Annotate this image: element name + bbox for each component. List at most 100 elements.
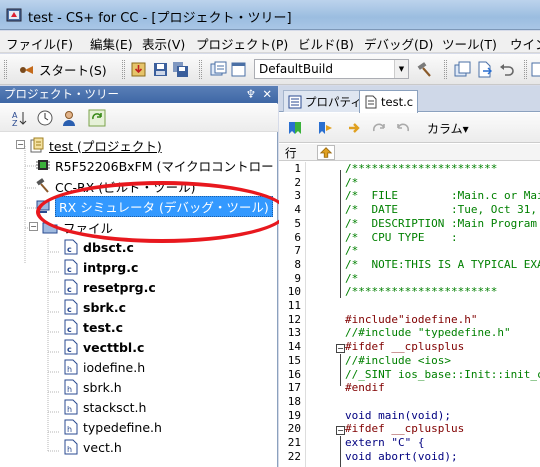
line-number: 14 xyxy=(287,340,301,354)
collapse-toggle-project[interactable]: − xyxy=(16,140,25,149)
svg-text:h: h xyxy=(67,425,72,434)
fold-guide xyxy=(340,436,341,467)
collapse-toggle-files[interactable]: − xyxy=(29,222,38,231)
bookmark-nav-icon[interactable] xyxy=(317,120,333,136)
editor-column-header: 行 xyxy=(279,144,540,161)
tree-item-file[interactable]: h sbrk.h xyxy=(64,378,122,396)
menu-build[interactable]: ビルド(B) xyxy=(298,34,354,53)
tree-item-microcontroller[interactable]: R5F52206BxFM (マイクロコントロー xyxy=(36,156,274,174)
tree-item-file[interactable]: c sbrk.c xyxy=(64,298,126,316)
tree-item-file[interactable]: c dbsct.c xyxy=(64,238,134,256)
fold-guide xyxy=(340,170,341,298)
project-tree-title: プロジェクト・ツリー xyxy=(4,87,119,101)
undo-icon[interactable] xyxy=(395,120,411,136)
start-button[interactable]: スタート(S) xyxy=(18,59,107,80)
line-number: 2 xyxy=(294,175,301,189)
jump-arrow-icon[interactable] xyxy=(317,145,335,160)
clock-icon[interactable] xyxy=(36,109,54,127)
code-line: /* FILE :Main.c or Mai xyxy=(345,189,540,203)
line-number: 8 xyxy=(294,257,301,271)
editor-file-icon xyxy=(365,95,377,109)
window-title: test - CS+ for CC - [プロジェクト・ツリー] xyxy=(28,11,292,26)
menu-tools[interactable]: ツール(T) xyxy=(442,34,497,53)
tree-item-label: R5F52206BxFM (マイクロコントロー xyxy=(55,158,274,174)
build-config-select[interactable]: DefaultBuild ▼ xyxy=(254,59,409,79)
tree-item-file[interactable]: h vect.h xyxy=(64,438,122,456)
refresh-icon[interactable] xyxy=(88,109,106,127)
build-config-value: DefaultBuild xyxy=(259,62,333,76)
redo-icon[interactable] xyxy=(371,120,387,136)
line-number: 7 xyxy=(294,244,301,258)
tree-item-file[interactable]: c test.c xyxy=(64,318,123,336)
document-arrow-icon[interactable] xyxy=(476,61,493,78)
download-icon[interactable] xyxy=(130,61,147,78)
code-line: #ifdef __cplusplus xyxy=(345,422,465,436)
line-number: 15 xyxy=(287,353,301,367)
tab-properties[interactable]: プロパティ xyxy=(283,90,367,112)
debug-window-icon[interactable] xyxy=(454,61,471,78)
tree-item-project[interactable]: test (プロジェクト) xyxy=(30,136,162,154)
project-tree-toolbar: A Z xyxy=(0,104,278,132)
tree-item-files-folder[interactable]: ファイル xyxy=(42,218,113,236)
hammer-icon xyxy=(36,178,49,193)
line-number: 1 xyxy=(294,162,301,175)
menu-window[interactable]: ウイン xyxy=(510,34,540,53)
line-number: 5 xyxy=(294,216,301,230)
line-number: 10 xyxy=(287,285,301,299)
tree-item-file[interactable]: c vecttbl.c xyxy=(64,338,144,356)
code-area[interactable]: /********************** /* /* FILE :Main… xyxy=(345,162,540,467)
code-line: /* DESCRIPTION :Main Program xyxy=(345,216,538,230)
menu-file[interactable]: ファイル(F) xyxy=(6,34,73,53)
hammer-icon[interactable] xyxy=(416,61,433,78)
tree-item-file[interactable]: h stacksct.h xyxy=(64,398,146,416)
svg-text:c: c xyxy=(67,245,72,254)
code-line: extern "C" { xyxy=(345,436,425,449)
sort-icon[interactable]: A Z xyxy=(10,109,28,127)
build-settings-icon[interactable] xyxy=(210,61,227,78)
tree-item-build-tool[interactable]: CC-RX (ビルド・ツール) xyxy=(36,177,195,195)
toolbar-grip-3[interactable] xyxy=(444,60,447,79)
line-number: 13 xyxy=(287,326,301,340)
h-file-icon: h xyxy=(64,379,78,395)
build-window-icon[interactable] xyxy=(230,61,247,78)
arrow-right-icon[interactable] xyxy=(347,120,363,136)
user-icon[interactable] xyxy=(60,109,78,127)
tab-test-c[interactable]: test.c xyxy=(359,90,419,113)
svg-text:c: c xyxy=(67,265,72,274)
toolbar-grip[interactable] xyxy=(4,60,7,79)
fold-toggle[interactable]: − xyxy=(336,344,345,353)
tree-item-file[interactable]: c resetprg.c xyxy=(64,278,156,296)
tree-item-debug-tool[interactable]: RX シミュレータ (デバッグ・ツール) xyxy=(36,195,273,217)
start-label: スタート(S) xyxy=(39,63,107,78)
tree-item-label: resetprg.c xyxy=(83,279,156,295)
column-menu-button[interactable]: カラム▾ xyxy=(427,120,469,137)
bookmark-icon[interactable] xyxy=(287,120,303,136)
chevron-down-icon: ▼ xyxy=(394,60,408,78)
pin-icon[interactable]: ♆ xyxy=(246,86,256,103)
menu-view[interactable]: 表示(V) xyxy=(142,34,185,53)
tree-item-label: test.c xyxy=(83,319,124,335)
toolbar-grip-4[interactable] xyxy=(524,60,527,79)
line-number: 20 xyxy=(287,422,301,436)
tree-item-label: RX シミュレータ (デバッグ・ツール) xyxy=(55,195,273,217)
tree-item-file[interactable]: h typedefine.h xyxy=(64,418,162,436)
code-line: /* CPU TYPE : xyxy=(345,230,458,244)
editor-tab-strip: プロパティ test.c xyxy=(279,86,540,113)
menu-edit[interactable]: 編集(E) xyxy=(90,34,133,53)
close-icon[interactable]: ✕ xyxy=(262,86,272,103)
toolbar-grip-2[interactable] xyxy=(199,60,202,79)
undo-icon[interactable] xyxy=(498,61,515,78)
menu-project[interactable]: プロジェクト(P) xyxy=(196,34,288,53)
fold-toggle[interactable]: − xyxy=(336,426,345,435)
window-icon[interactable] xyxy=(530,61,540,78)
chip-icon xyxy=(36,160,50,170)
tree-item-file[interactable]: c intprg.c xyxy=(64,258,138,276)
tree-item-file[interactable]: h iodefine.h xyxy=(64,358,145,376)
save-icon[interactable] xyxy=(152,61,169,78)
c-file-icon: c xyxy=(64,319,78,335)
code-line: //#include "typedefine.h" xyxy=(345,326,511,340)
menu-debug[interactable]: デバッグ(D) xyxy=(364,34,433,53)
svg-text:c: c xyxy=(67,305,72,314)
save-all-icon[interactable] xyxy=(172,61,189,78)
tab-label: プロパティ xyxy=(305,94,362,109)
